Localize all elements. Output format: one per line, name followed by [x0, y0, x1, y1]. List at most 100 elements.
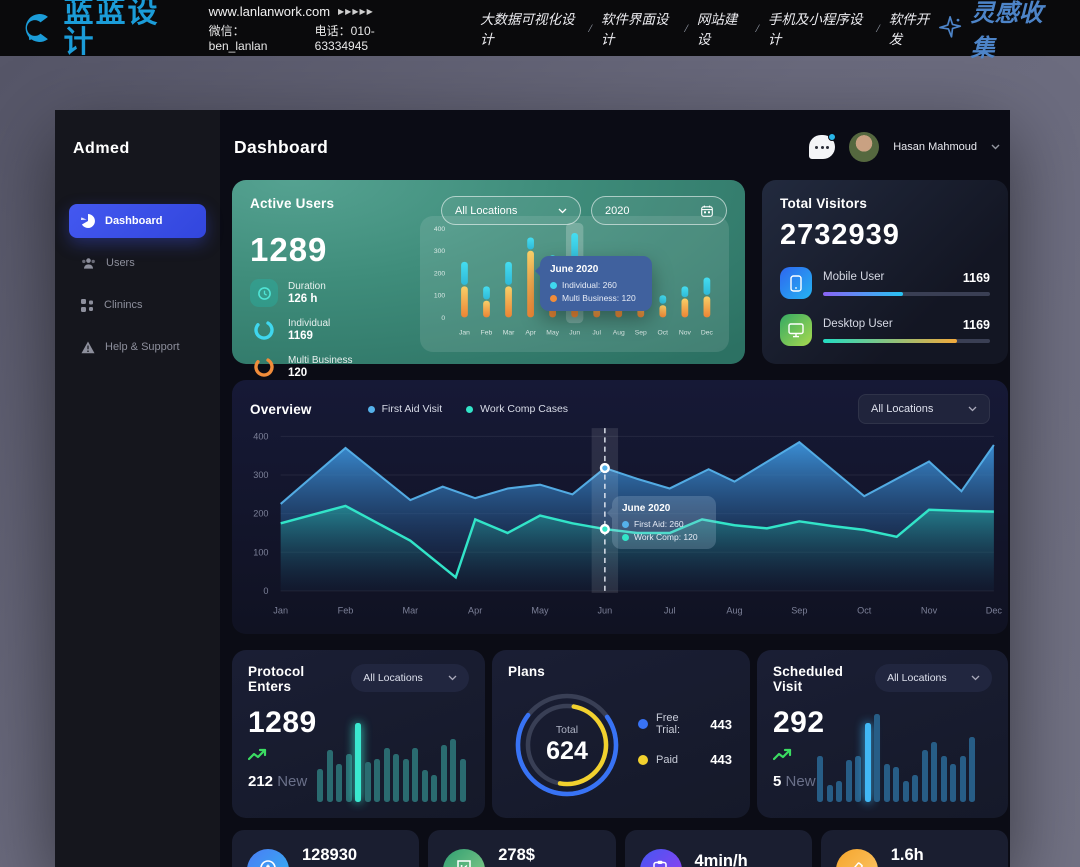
mini-bar — [393, 754, 399, 803]
nav-item-mobile[interactable]: 手机及小程序设计 — [768, 8, 867, 48]
mini-bar — [403, 759, 409, 802]
sidebar-item-dashboard[interactable]: Dashboard — [69, 204, 206, 238]
mobile-user-row: Mobile User 1169 — [780, 267, 990, 299]
svg-text:300: 300 — [434, 248, 446, 255]
calendar-icon — [701, 205, 713, 217]
mini-bar — [317, 769, 323, 802]
mini-bar — [950, 764, 956, 802]
svg-text:Jul: Jul — [592, 330, 601, 337]
mini-bar — [450, 739, 456, 802]
svg-text:Jun: Jun — [569, 330, 580, 337]
chevron-down-icon — [971, 675, 980, 681]
user-name: Hasan Mahmoud — [893, 141, 977, 153]
sidebar-item-help-support[interactable]: Help & Support — [69, 330, 206, 364]
multi-business-ring-icon — [250, 353, 278, 381]
active-users-title: Active Users — [250, 196, 334, 211]
clinic-building-icon — [247, 849, 289, 867]
page-header: Dashboard Hasan Mahmoud — [232, 124, 1008, 180]
desktop-progress-fill — [823, 339, 957, 343]
mini-bar — [365, 762, 371, 802]
sparkle-star-icon — [938, 15, 962, 41]
admed-dashboard-window: Admed Dashboard Users — [55, 110, 1010, 867]
scheduled-mini-bar-chart[interactable] — [817, 710, 992, 802]
mini-bar — [346, 754, 352, 803]
messages-icon[interactable] — [809, 135, 835, 159]
plans-total-value: 624 — [546, 737, 588, 766]
svg-text:Feb: Feb — [338, 605, 354, 615]
active-users-card: Active Users All Locations 2020 — [232, 180, 745, 364]
sidebar-item-users[interactable]: Users — [69, 246, 206, 280]
nav-item-dev[interactable]: 软件开发 — [889, 8, 939, 48]
first-aid-dot — [622, 521, 629, 528]
svg-text:May: May — [531, 605, 549, 615]
svg-text:200: 200 — [434, 270, 446, 277]
protocol-mini-bar-chart[interactable] — [317, 710, 469, 802]
svg-text:Nov: Nov — [921, 605, 938, 615]
svg-text:Mar: Mar — [402, 605, 418, 615]
svg-text:Sep: Sep — [635, 330, 647, 337]
mini-bar — [884, 764, 890, 802]
svg-text:Oct: Oct — [658, 330, 669, 337]
mini-bar — [922, 750, 928, 802]
contact-block: www.lanlanwork.com ▶▶▶▶▶ 微信：ben_lanlan 电… — [209, 4, 420, 53]
inspiration-collect-link[interactable]: 灵感收集 — [938, 0, 1060, 63]
mini-bar — [336, 764, 342, 802]
company-logo[interactable]: 蓝蓝设计 — [20, 0, 183, 58]
svg-text:400: 400 — [253, 431, 268, 441]
logo-text: 蓝蓝设计 — [64, 0, 183, 58]
svg-text:Mar: Mar — [503, 330, 515, 337]
avatar[interactable] — [849, 132, 879, 162]
sidebar-item-label: Users — [106, 257, 135, 269]
svg-text:Jan: Jan — [273, 605, 288, 615]
overview-tooltip: June 2020 First Aid: 260 Work Comp: 120 — [612, 496, 716, 549]
arrows-decoration: ▶▶▶▶▶ — [338, 7, 374, 16]
mini-bar — [846, 760, 852, 802]
desktop-progress-track — [823, 339, 990, 343]
nav-item-website[interactable]: 网站建设 — [697, 8, 747, 48]
duration-stat: Duration 126 h — [250, 279, 430, 307]
svg-text:Oct: Oct — [857, 605, 872, 615]
notification-dot — [828, 133, 836, 141]
protocol-location-dropdown[interactable]: All Locations — [351, 664, 469, 692]
phone-label: 电话：010-63334945 — [315, 22, 420, 53]
mini-bar — [327, 750, 333, 802]
svg-text:Nov: Nov — [679, 330, 692, 337]
sidebar-item-label: Clinincs — [104, 299, 143, 311]
svg-text:Aug: Aug — [613, 330, 625, 337]
banner-nav: 大数据可视化设计/ 软件界面设计/ 网站建设/ 手机及小程序设计/ 软件开发 — [480, 8, 938, 48]
mini-bar — [460, 759, 466, 802]
main-content: Dashboard Hasan Mahmoud Active Users — [220, 110, 1010, 867]
protocol-title: Protocol Enters — [248, 664, 351, 694]
overview-location-dropdown[interactable]: All Locations — [858, 394, 990, 424]
clipboard-clock-icon — [640, 849, 682, 867]
mini-bar — [412, 748, 418, 802]
svg-text:Dec: Dec — [701, 330, 714, 337]
mini-bar — [431, 775, 437, 802]
collect-label: 灵感收集 — [971, 0, 1060, 63]
mini-bar — [827, 785, 833, 802]
grid-icon — [81, 299, 94, 312]
svg-text:400: 400 — [434, 226, 446, 233]
svg-text:May: May — [546, 330, 559, 337]
overview-title: Overview — [250, 402, 312, 417]
nav-item-software-ui[interactable]: 软件界面设计 — [601, 8, 676, 48]
svg-text:100: 100 — [434, 293, 446, 300]
sidebar-item-clinics[interactable]: Clinincs — [69, 288, 206, 322]
svg-text:200: 200 — [253, 509, 268, 519]
nav-item-bigdata[interactable]: 大数据可视化设计 — [480, 8, 579, 48]
multi-business-dot — [550, 295, 557, 302]
scheduled-location-dropdown[interactable]: All Locations — [875, 664, 992, 692]
mini-bar — [903, 781, 909, 802]
plans-legend: Free Trial: 443 Paid 443 — [638, 712, 732, 767]
clinics-upload-stat-card: 128930 No. of Clinics who upload — [232, 830, 419, 867]
paid-dot — [638, 755, 648, 765]
staff-time-stat-card: 4min/h Staff Time Save — [625, 830, 812, 867]
chevron-down-icon[interactable] — [991, 144, 1000, 150]
scheduled-delta: 5 — [773, 773, 781, 790]
svg-text:Feb: Feb — [481, 330, 493, 337]
sidebar-item-label: Dashboard — [105, 215, 162, 227]
wechat-label: 微信：ben_lanlan — [209, 22, 297, 53]
plans-donut-chart[interactable]: Total 624 — [508, 686, 626, 804]
top-banner: 蓝蓝设计 www.lanlanwork.com ▶▶▶▶▶ 微信：ben_lan… — [0, 0, 1080, 56]
site-url[interactable]: www.lanlanwork.com — [209, 4, 330, 19]
